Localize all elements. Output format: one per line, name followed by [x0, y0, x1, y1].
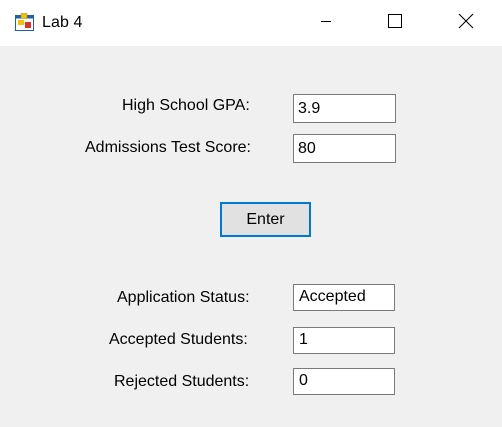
application-status-label: Application Status: — [117, 289, 250, 306]
app-icon[interactable] — [15, 13, 34, 31]
enter-button-label: Enter — [246, 211, 285, 228]
rejected-students-label: Rejected Students: — [114, 373, 250, 390]
close-button[interactable] — [443, 0, 489, 46]
title-bar[interactable]: Lab 4 — [0, 0, 502, 46]
enter-button[interactable]: Enter — [220, 202, 311, 237]
accepted-students-label: Accepted Students: — [109, 331, 248, 348]
maximize-button[interactable] — [372, 0, 418, 46]
application-status-output: Accepted — [293, 284, 395, 311]
test-score-label: Admissions Test Score: — [85, 139, 251, 156]
main-window: Lab 4 High School GPA: 3.9 Admissions Te… — [0, 0, 502, 427]
minimize-button[interactable] — [303, 0, 349, 46]
window-title: Lab 4 — [42, 14, 83, 31]
rejected-students-output: 0 — [293, 368, 395, 395]
gpa-label: High School GPA: — [122, 97, 250, 114]
minimize-icon — [320, 14, 332, 32]
maximize-icon — [387, 13, 403, 34]
close-icon — [458, 13, 474, 34]
test-score-input[interactable] — [293, 134, 396, 163]
accepted-students-output: 1 — [293, 327, 395, 354]
gpa-input[interactable] — [293, 94, 396, 123]
